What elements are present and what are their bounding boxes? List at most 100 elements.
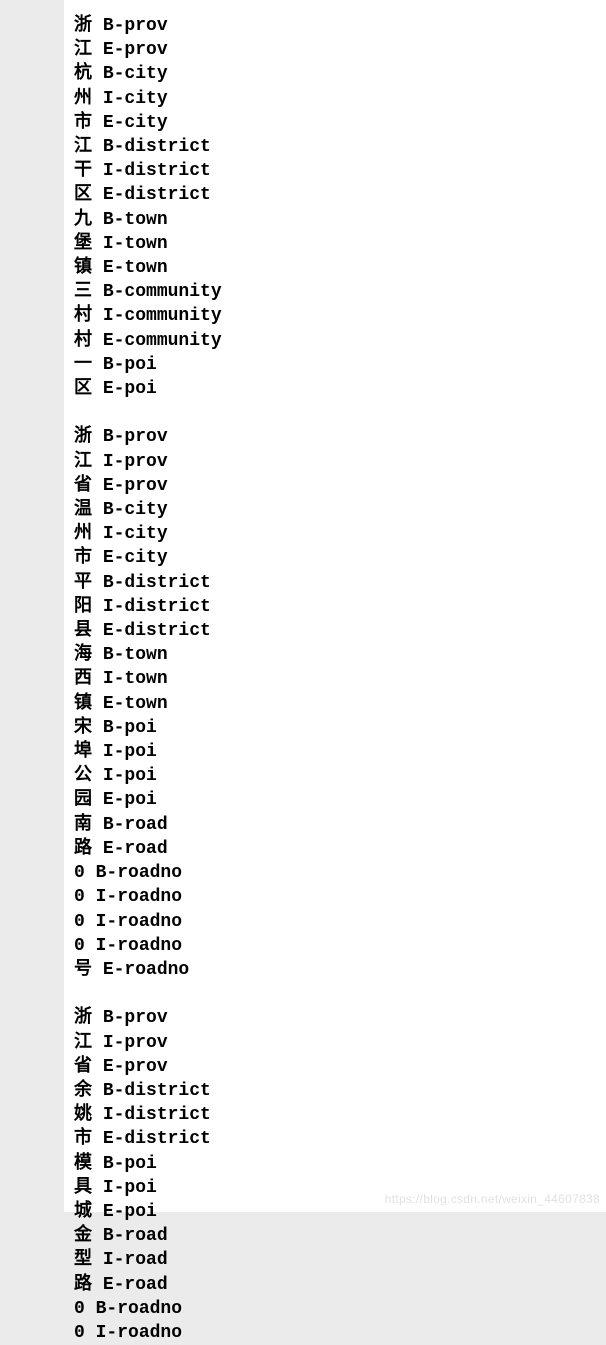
token-char: 九 xyxy=(74,210,92,230)
token-char: 公 xyxy=(74,766,92,786)
token-char: 余 xyxy=(74,1081,92,1101)
token-line: 埠 I-poi xyxy=(74,740,596,764)
token-char: 0 xyxy=(74,936,85,956)
token-char: 模 xyxy=(74,1154,92,1174)
token-tag: I-town xyxy=(103,234,168,254)
token-tag: I-roadno xyxy=(96,912,182,932)
token-line: 金 B-road xyxy=(74,1224,596,1248)
token-tag: B-district xyxy=(103,1081,211,1101)
token-tag: I-roadno xyxy=(96,887,182,907)
token-line: 0 I-roadno xyxy=(74,885,596,909)
token-tag: B-city xyxy=(103,64,168,84)
token-line: 路 E-road xyxy=(74,837,596,861)
token-line: 0 I-roadno xyxy=(74,934,596,958)
token-line: 浙 B-prov xyxy=(74,14,596,38)
token-char: 温 xyxy=(74,500,92,520)
token-line: 市 E-city xyxy=(74,546,596,570)
token-line: 村 I-community xyxy=(74,304,596,328)
token-line: 0 B-roadno xyxy=(74,1297,596,1321)
token-line: 0 I-roadno xyxy=(74,1321,596,1345)
token-char: 市 xyxy=(74,548,92,568)
token-tag: I-road xyxy=(103,1250,168,1270)
token-tag: B-poi xyxy=(103,355,157,375)
token-char: 具 xyxy=(74,1178,92,1198)
token-char: 干 xyxy=(74,161,92,181)
token-char: 江 xyxy=(74,137,92,157)
token-char: 埠 xyxy=(74,742,92,762)
token-char: 州 xyxy=(74,89,92,109)
token-char: 浙 xyxy=(74,1008,92,1028)
token-line: 江 E-prov xyxy=(74,38,596,62)
token-tag: I-community xyxy=(103,306,222,326)
token-line: 省 E-prov xyxy=(74,474,596,498)
token-tag: I-poi xyxy=(103,742,157,762)
token-tag: B-road xyxy=(103,1226,168,1246)
token-char: 省 xyxy=(74,1057,92,1077)
token-char: 型 xyxy=(74,1250,92,1270)
token-tag: B-town xyxy=(103,645,168,665)
token-char: 省 xyxy=(74,476,92,496)
token-char: 村 xyxy=(74,306,92,326)
token-line: 县 E-district xyxy=(74,619,596,643)
token-char: 号 xyxy=(74,960,92,980)
token-tag: B-community xyxy=(103,282,222,302)
token-tag: E-poi xyxy=(103,790,157,810)
token-tag: I-city xyxy=(103,89,168,109)
token-line: 海 B-town xyxy=(74,643,596,667)
token-tag: I-roadno xyxy=(96,936,182,956)
token-tag: E-prov xyxy=(103,40,168,60)
token-line: 路 E-road xyxy=(74,1273,596,1297)
token-line: 州 I-city xyxy=(74,87,596,111)
token-tag: B-city xyxy=(103,500,168,520)
token-line: 南 B-road xyxy=(74,813,596,837)
token-char: 金 xyxy=(74,1226,92,1246)
token-line: 型 I-road xyxy=(74,1248,596,1272)
token-line: 园 E-poi xyxy=(74,788,596,812)
token-char: 三 xyxy=(74,282,92,302)
token-char: 江 xyxy=(74,452,92,472)
token-line: 一 B-poi xyxy=(74,353,596,377)
token-line: 江 I-prov xyxy=(74,1031,596,1055)
token-line: 余 B-district xyxy=(74,1079,596,1103)
token-tag: E-community xyxy=(103,331,222,351)
token-line: 0 B-roadno xyxy=(74,861,596,885)
token-char: 区 xyxy=(74,185,92,205)
token-tag: E-road xyxy=(103,839,168,859)
token-char: 园 xyxy=(74,790,92,810)
token-tag: E-prov xyxy=(103,1057,168,1077)
token-line: 阳 I-district xyxy=(74,595,596,619)
token-line: 省 E-prov xyxy=(74,1055,596,1079)
token-tag: I-prov xyxy=(103,1033,168,1053)
token-char: 市 xyxy=(74,1129,92,1149)
token-line: 号 E-roadno xyxy=(74,958,596,982)
watermark-text: https://blog.csdn.net/weixin_44607838 xyxy=(385,1192,600,1206)
token-tag: E-district xyxy=(103,185,211,205)
token-line: 江 B-district xyxy=(74,135,596,159)
token-char: 0 xyxy=(74,1323,85,1343)
token-char: 州 xyxy=(74,524,92,544)
token-line: 温 B-city xyxy=(74,498,596,522)
token-char: 西 xyxy=(74,669,92,689)
token-tag: E-district xyxy=(103,1129,211,1149)
token-tag: E-road xyxy=(103,1275,168,1295)
token-char: 姚 xyxy=(74,1105,92,1125)
token-line: 0 I-roadno xyxy=(74,910,596,934)
token-tag: E-town xyxy=(103,694,168,714)
token-line: 干 I-district xyxy=(74,159,596,183)
blank-line xyxy=(74,982,596,1006)
token-char: 平 xyxy=(74,573,92,593)
token-char: 一 xyxy=(74,355,92,375)
token-line: 堡 I-town xyxy=(74,232,596,256)
token-char: 阳 xyxy=(74,597,92,617)
token-char: 杭 xyxy=(74,64,92,84)
token-tag: I-town xyxy=(103,669,168,689)
token-line: 宋 B-poi xyxy=(74,716,596,740)
token-line: 浙 B-prov xyxy=(74,425,596,449)
token-char: 浙 xyxy=(74,16,92,36)
token-char: 堡 xyxy=(74,234,92,254)
token-line: 西 I-town xyxy=(74,667,596,691)
token-line: 九 B-town xyxy=(74,208,596,232)
token-line: 州 I-city xyxy=(74,522,596,546)
token-line: 镇 E-town xyxy=(74,256,596,280)
token-char: 0 xyxy=(74,863,85,883)
